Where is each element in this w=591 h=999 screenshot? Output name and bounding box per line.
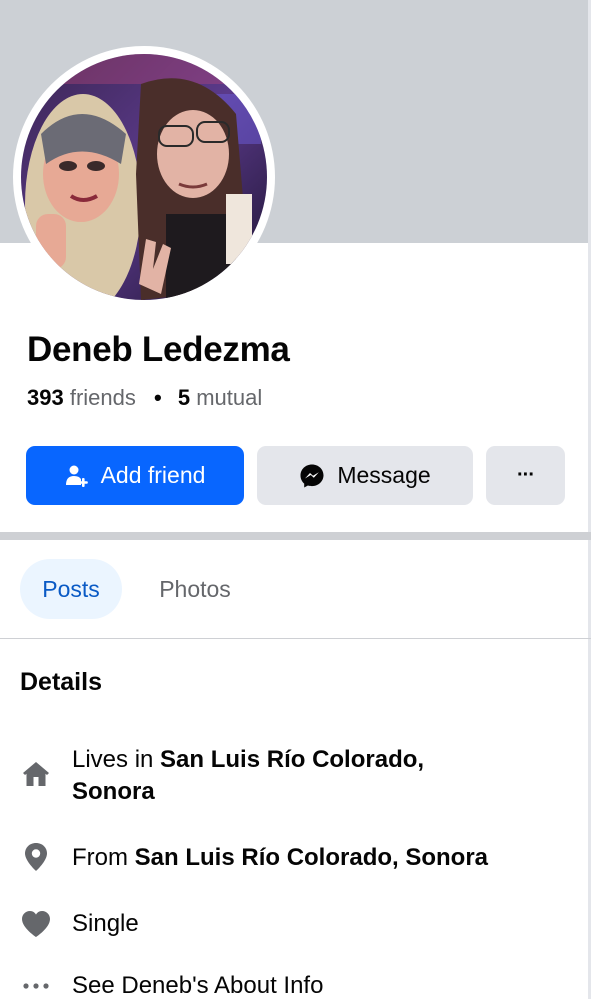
avatar[interactable] xyxy=(21,54,267,300)
see-about-info-link[interactable]: See Deneb's About Info xyxy=(20,968,580,999)
lives-in-value-cont: Sonora xyxy=(72,778,155,805)
more-options-button[interactable]: ··· xyxy=(486,446,565,505)
section-divider xyxy=(0,532,591,540)
location-pin-icon xyxy=(20,841,52,873)
tab-posts-label: Posts xyxy=(42,575,100,602)
add-friend-button[interactable]: Add friend xyxy=(26,446,244,505)
profile-name: Deneb Ledezma xyxy=(27,330,290,369)
tab-photos[interactable]: Photos xyxy=(140,559,250,619)
add-friend-label: Add friend xyxy=(100,462,206,488)
home-icon xyxy=(20,758,52,790)
lives-in-value: San Luis Río Colorado, xyxy=(160,746,425,773)
see-about-info-label: See Deneb's About Info xyxy=(72,972,324,999)
details-heading: Details xyxy=(20,668,102,696)
detail-from: From San Luis Río Colorado, Sonora xyxy=(20,840,580,876)
lives-in-prefix: Lives in xyxy=(72,746,154,773)
detail-lives-in: Lives in San Luis Río Colorado, Sonora xyxy=(20,742,580,812)
message-label: Message xyxy=(337,462,431,488)
friend-counts[interactable]: 393 friends • 5 mutual xyxy=(27,385,262,411)
from-value: San Luis Río Colorado, Sonora xyxy=(134,844,489,871)
relationship-status: Single xyxy=(72,910,139,937)
tab-photos-label: Photos xyxy=(159,575,231,602)
heart-icon xyxy=(20,908,52,940)
tabs-divider xyxy=(0,638,591,639)
messenger-icon xyxy=(299,463,325,489)
from-prefix: From xyxy=(72,844,128,871)
mutual-label: mutual xyxy=(196,385,263,410)
more-dots-icon xyxy=(20,970,52,999)
message-button[interactable]: Message xyxy=(257,446,473,505)
add-person-icon xyxy=(65,464,89,488)
friends-count: 393 xyxy=(27,385,64,410)
separator-dot: • xyxy=(154,385,162,410)
tab-posts[interactable]: Posts xyxy=(20,559,122,619)
mutual-count: 5 xyxy=(177,385,191,410)
more-dots-label: ··· xyxy=(517,464,535,486)
detail-relationship: Single xyxy=(20,906,580,942)
friends-label: friends xyxy=(69,385,136,410)
profile-photo xyxy=(21,54,267,300)
